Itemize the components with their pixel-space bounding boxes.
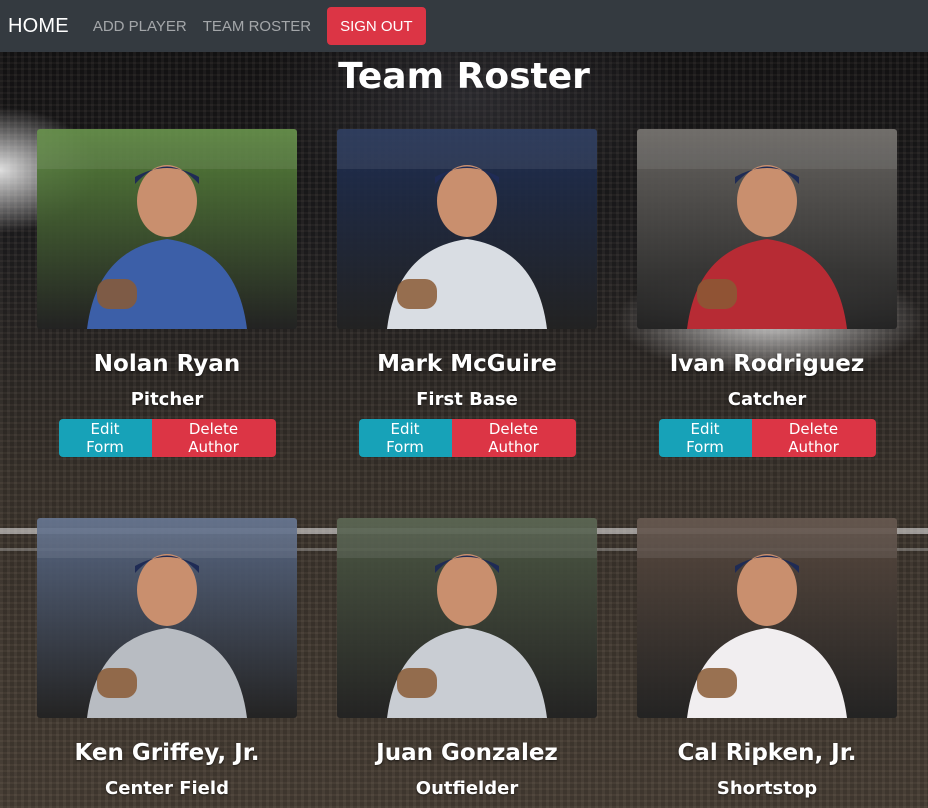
player-name: Nolan Ryan [93, 351, 241, 377]
delete-author-button[interactable]: Delete Author [151, 419, 276, 457]
player-actions: Edit Form Delete Author [637, 419, 897, 457]
player-photo [337, 518, 597, 718]
nav-add-player-link[interactable]: ADD PLAYER [93, 18, 187, 35]
player-photo [337, 129, 597, 329]
player-card: Cal Ripken, Jr.ShortstopEdit FormDelete … [637, 518, 897, 808]
nav-home-link[interactable]: HOME [8, 15, 69, 38]
player-name: Ivan Rodriguez [669, 351, 865, 377]
player-card: Ivan Rodriguez Catcher Edit Form Delete Aut… [637, 129, 897, 457]
player-name: Ken Griffey, Jr. [74, 740, 260, 766]
delete-author-button[interactable]: Delete Author [451, 419, 576, 457]
player-position: Outfielder [415, 778, 519, 799]
nav-team-roster-link[interactable]: TEAM ROSTER [203, 18, 311, 35]
player-actions: Edit Form Delete Author [37, 419, 297, 457]
player-position: Catcher [727, 389, 807, 410]
player-name: Cal Ripken, Jr. [677, 740, 857, 766]
player-position: Shortstop [716, 778, 818, 799]
player-card: Mark McGuire First Base Edit Form Delete Au… [337, 129, 597, 457]
player-card: Juan GonzalezOutfielderEdit FormDelete A… [337, 518, 597, 808]
player-photo [37, 518, 297, 718]
edit-form-button[interactable]: Edit Form [358, 419, 452, 457]
player-name: Mark McGuire [377, 351, 557, 377]
player-name: Juan Gonzalez [376, 740, 558, 766]
player-actions: Edit Form Delete Author [337, 419, 597, 457]
sign-out-button[interactable]: SIGN OUT [327, 7, 426, 45]
player-card: Ken Griffey, Jr.Center FieldEdit FormDel… [37, 518, 297, 808]
edit-form-button[interactable]: Edit Form [58, 419, 152, 457]
player-photo [637, 129, 897, 329]
player-position: Pitcher [130, 389, 204, 410]
player-position: First Base [416, 389, 518, 410]
player-photo [637, 518, 897, 718]
page-title: Team Roster [338, 56, 590, 97]
edit-form-button[interactable]: Edit Form [658, 419, 752, 457]
player-card: Nolan Ryan Pitcher Edit Form Delete Author [37, 129, 297, 457]
delete-author-button[interactable]: Delete Author [751, 419, 876, 457]
navbar: HOME ADD PLAYER TEAM ROSTER SIGN OUT [0, 0, 928, 52]
player-photo [37, 129, 297, 329]
player-position: Center Field [105, 778, 229, 799]
